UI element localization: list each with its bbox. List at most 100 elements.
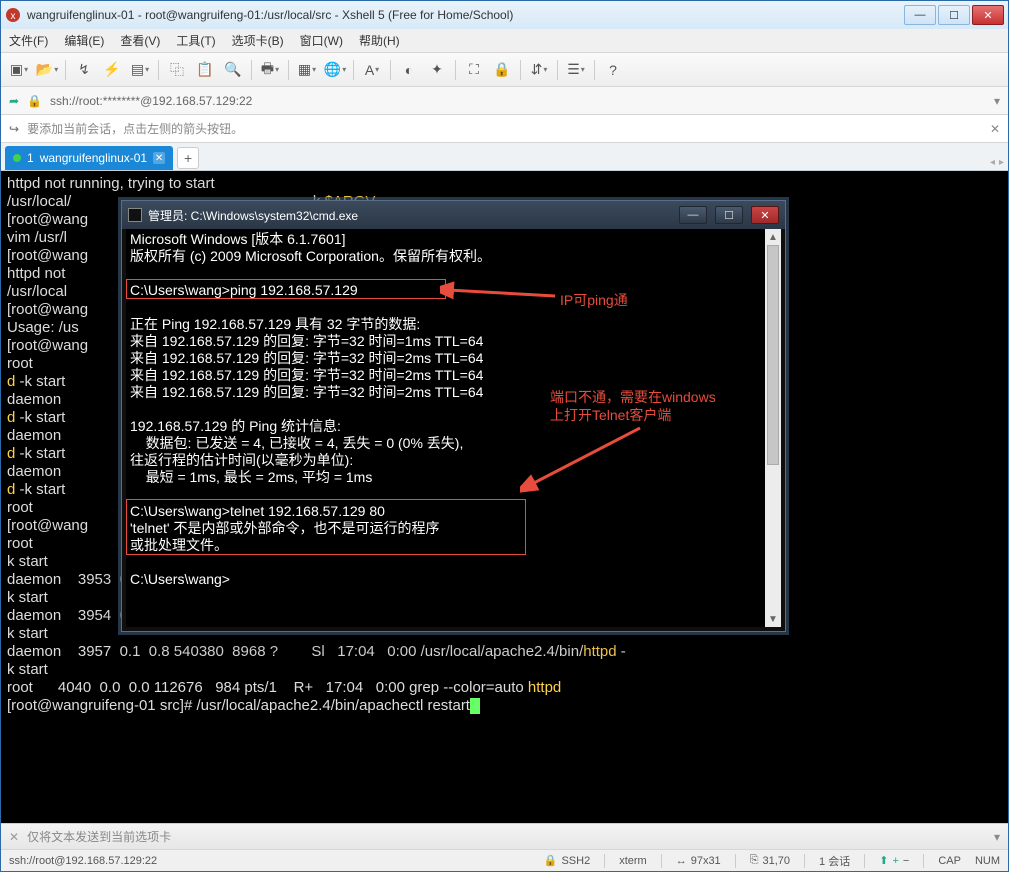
terminal-line: [root@wangruifeng-01 src]# /usr/local/ap… [7, 697, 1002, 715]
annotation-ping: IP可ping通 [560, 290, 628, 310]
status-dot-icon [13, 154, 21, 162]
menu-file[interactable]: 文件(F) [9, 32, 48, 49]
menubar: 文件(F) 编辑(E) 查看(V) 工具(T) 选项卡(B) 窗口(W) 帮助(… [1, 29, 1008, 53]
status-sessions: 1 会话 [819, 853, 850, 869]
layout-button[interactable]: ▦ [295, 58, 319, 82]
menu-view[interactable]: 查看(V) [120, 32, 160, 49]
status-ssh: SSH2 [561, 855, 590, 867]
tab-nav: ◂ ▸ [990, 157, 1004, 170]
font-button[interactable]: A [360, 58, 384, 82]
scroll-up-icon[interactable]: ▲ [765, 229, 781, 245]
menu-tabs[interactable]: 选项卡(B) [232, 32, 284, 49]
compose-text[interactable]: 仅将文本发送到当前选项卡 [27, 828, 171, 845]
cmd-title: 管理员: C:\Windows\system32\cmd.exe [148, 207, 358, 224]
compose-dropdown-icon[interactable]: ▾ [994, 830, 1000, 844]
address-bar: ➦ 🔒 ssh://root:********@192.168.57.129:2… [1, 87, 1008, 115]
app-icon: x [5, 7, 21, 23]
paste-button[interactable]: 📋 [193, 58, 217, 82]
lock-icon: 🔒 [27, 94, 42, 108]
views-button[interactable]: ☰ [564, 58, 588, 82]
status-size: 97x31 [691, 855, 721, 867]
tool2-button[interactable]: ✦ [425, 58, 449, 82]
menu-edit[interactable]: 编辑(E) [64, 32, 104, 49]
maximize-button[interactable]: ☐ [938, 5, 970, 25]
terminal-line: httpd not running, trying to start [7, 175, 1002, 193]
transfer-button[interactable]: ⇵ [527, 58, 551, 82]
separator [353, 60, 354, 80]
signal-icon: ⬆ [879, 854, 888, 867]
cmd-icon [128, 208, 142, 222]
address-text[interactable]: ssh://root:********@192.168.57.129:22 [50, 94, 252, 108]
separator [158, 60, 159, 80]
separator [288, 60, 289, 80]
close-button[interactable]: ✕ [972, 5, 1004, 25]
cmd-scrollbar[interactable]: ▲ ▼ [765, 229, 781, 627]
lock-button[interactable]: 🔒 [490, 58, 514, 82]
hint-bar: ↪ 要添加当前会话，点击左侧的箭头按钮。 ✕ [1, 115, 1008, 143]
minimize-button[interactable]: — [904, 5, 936, 25]
separator [390, 60, 391, 80]
cmd-titlebar[interactable]: 管理员: C:\Windows\system32\cmd.exe — ☐ ✕ [122, 201, 785, 229]
print-button[interactable]: 🖶 [258, 58, 282, 82]
help-button[interactable]: ? [601, 58, 625, 82]
status-num: NUM [975, 855, 1000, 867]
addr-add-icon[interactable]: ➦ [9, 94, 19, 108]
cmd-minimize-button[interactable]: — [679, 206, 707, 224]
menu-window[interactable]: 窗口(W) [300, 32, 343, 49]
compose-close-icon[interactable]: ✕ [9, 830, 19, 844]
tab-close-icon[interactable]: ✕ [153, 152, 165, 164]
status-bar: ssh://root@192.168.57.129:22 🔒SSH2 xterm… [1, 849, 1008, 871]
separator [557, 60, 558, 80]
disconnect-button[interactable]: ⚡ [100, 58, 124, 82]
cmd-close-button[interactable]: ✕ [751, 206, 779, 224]
tab-session[interactable]: 1 wangruifenglinux-01 ✕ [5, 146, 173, 170]
sessions-minus-icon[interactable]: − [903, 855, 909, 867]
language-button[interactable]: 🌐 [323, 58, 347, 82]
separator [594, 60, 595, 80]
resize-icon: ↔ [676, 855, 687, 867]
profile-button[interactable]: ▤ [128, 58, 152, 82]
terminal-line: root 4040 0.0 0.0 112676 984 pts/1 R+ 17… [7, 679, 1002, 697]
svg-text:x: x [11, 11, 16, 22]
add-tab-button[interactable]: + [177, 147, 199, 169]
scroll-thumb[interactable] [767, 245, 779, 465]
open-button[interactable]: 📂 [35, 58, 59, 82]
compose-bar: ✕ 仅将文本发送到当前选项卡 ▾ [1, 823, 1008, 849]
titlebar[interactable]: x wangruifenglinux-01 - root@wangruifeng… [1, 1, 1008, 29]
status-term: xterm [619, 855, 647, 867]
ssh-icon: 🔒 [544, 854, 558, 867]
new-session-button[interactable]: ▣ [7, 58, 31, 82]
status-connection: ssh://root@192.168.57.129:22 [9, 855, 157, 867]
status-pos: 31,70 [763, 855, 791, 867]
separator [455, 60, 456, 80]
window-title: wangruifenglinux-01 - root@wangruifeng-0… [27, 8, 513, 22]
pos-icon: ⎘ [750, 854, 759, 867]
tab-label: wangruifenglinux-01 [40, 151, 147, 165]
cmd-body[interactable]: Microsoft Windows [版本 6.1.7601] 版权所有 (c)… [126, 229, 781, 627]
annotation-telnet: 端口不通，需要在windows 上打开Telnet客户端 [550, 388, 716, 424]
hint-text: 要添加当前会话，点击左侧的箭头按钮。 [27, 120, 243, 137]
scroll-down-icon[interactable]: ▼ [765, 611, 781, 627]
addr-dropdown-icon[interactable]: ▾ [994, 94, 1000, 108]
separator [251, 60, 252, 80]
find-button[interactable]: 🔍 [221, 58, 245, 82]
status-cap: CAP [938, 855, 961, 867]
separator [520, 60, 521, 80]
copy-button[interactable]: ⿻ [165, 58, 189, 82]
menu-tools[interactable]: 工具(T) [176, 32, 215, 49]
terminal-line: daemon 3957 0.1 0.8 540380 8968 ? Sl 17:… [7, 643, 1002, 661]
reconnect-button[interactable]: ↯ [72, 58, 96, 82]
tool1-button[interactable]: ◐ [397, 58, 421, 82]
hint-close-icon[interactable]: ✕ [990, 122, 1000, 136]
fullscreen-button[interactable]: ⛶ [462, 58, 486, 82]
separator [65, 60, 66, 80]
sessions-plus-icon[interactable]: + [892, 855, 898, 867]
menu-help[interactable]: 帮助(H) [359, 32, 400, 49]
terminal-line: k start [7, 661, 1002, 679]
arrow-icon[interactable]: ↪ [9, 122, 19, 136]
tab-next-icon[interactable]: ▸ [999, 157, 1004, 168]
toolbar: ▣ 📂 ↯ ⚡ ▤ ⿻ 📋 🔍 🖶 ▦ 🌐 A ◐ ✦ ⛶ 🔒 ⇵ ☰ ? [1, 53, 1008, 87]
cmd-maximize-button[interactable]: ☐ [715, 206, 743, 224]
tab-prev-icon[interactable]: ◂ [990, 157, 995, 168]
tab-index: 1 [27, 151, 34, 165]
